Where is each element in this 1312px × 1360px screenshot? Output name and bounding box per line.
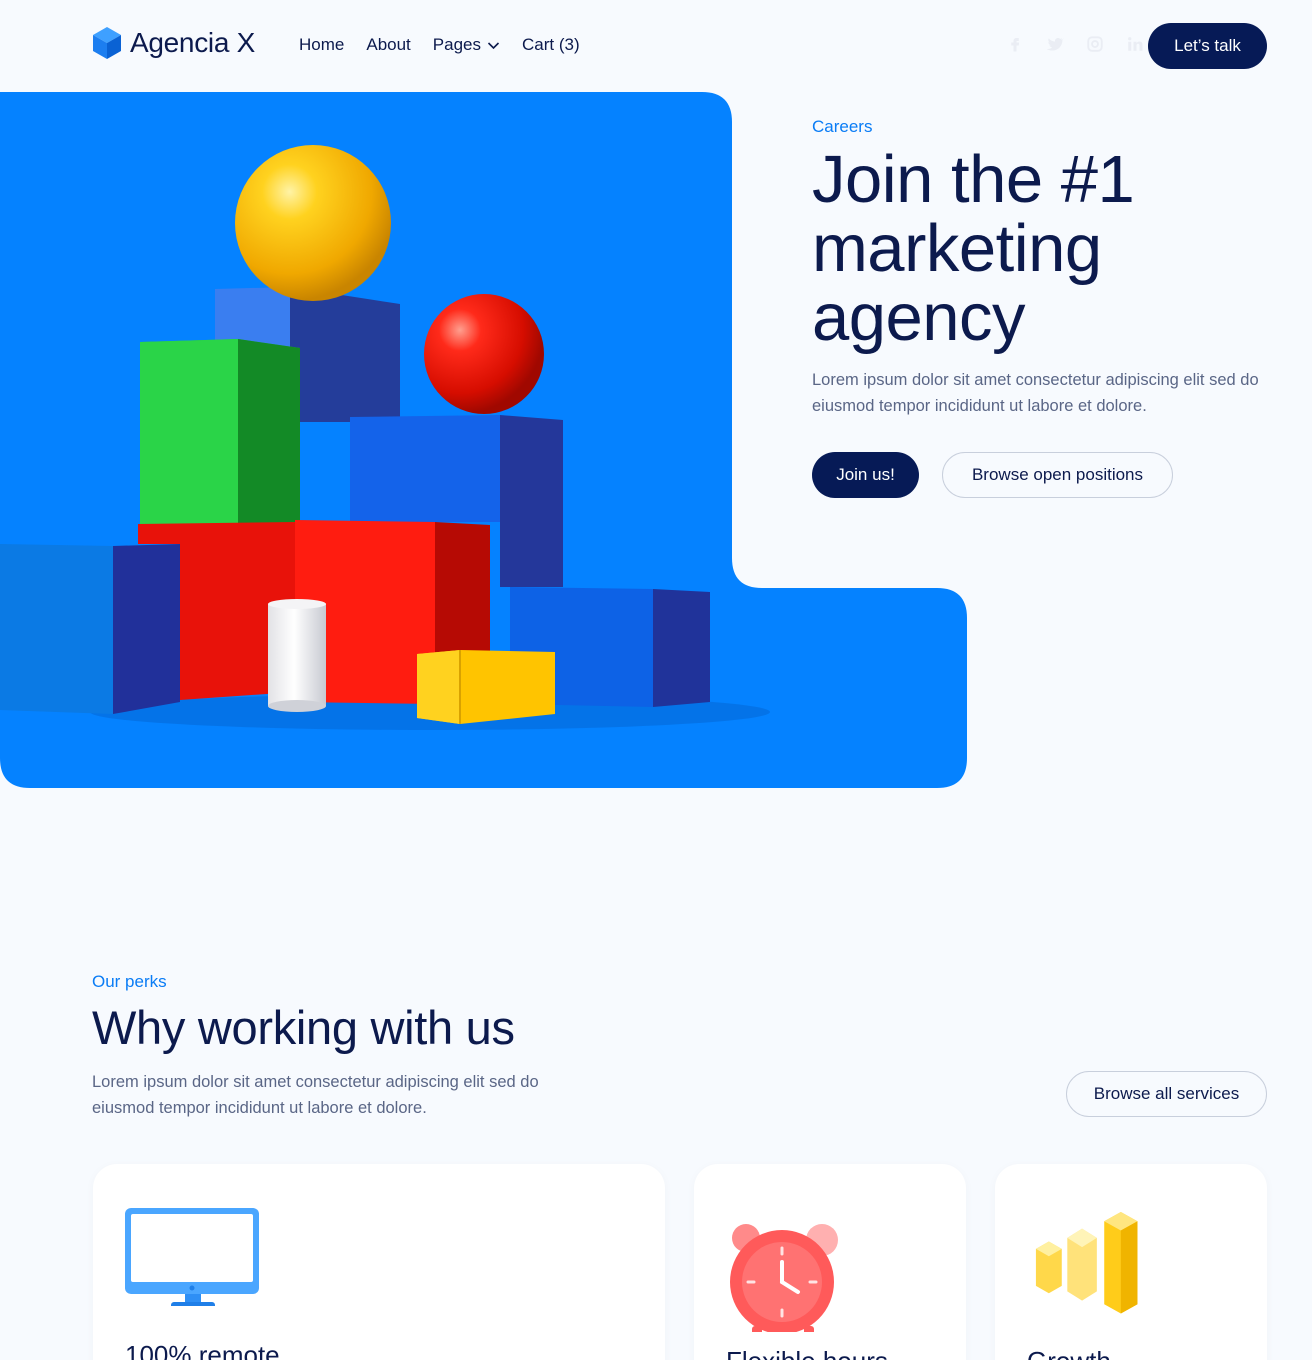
perk-card-remote: 100% remote xyxy=(93,1164,665,1360)
nav-cart[interactable]: Cart (3) xyxy=(522,35,580,55)
brand-name: Agencia X xyxy=(130,27,255,58)
yellow-cube xyxy=(417,650,555,724)
perk-card-growth: Growth xyxy=(995,1164,1267,1360)
perk-title-growth: Growth xyxy=(1027,1346,1111,1360)
perk-title-remote: 100% remote xyxy=(125,1340,280,1360)
nav-home[interactable]: Home xyxy=(299,35,344,55)
hero-content: Careers Join the #1 marketing agency Lor… xyxy=(812,117,1282,498)
green-block xyxy=(140,339,300,524)
blue-left-block xyxy=(0,544,180,714)
lets-talk-button[interactable]: Let’s talk xyxy=(1148,23,1267,69)
hero-eyebrow: Careers xyxy=(812,117,873,136)
hero-actions: Join us! Browse open positions xyxy=(812,452,1282,498)
social-links xyxy=(1005,34,1145,54)
nav-about[interactable]: About xyxy=(366,35,410,55)
nav-pages[interactable]: Pages xyxy=(433,35,500,55)
browse-services-button[interactable]: Browse all services xyxy=(1066,1071,1267,1117)
twitter-icon[interactable] xyxy=(1045,34,1065,54)
browse-positions-button[interactable]: Browse open positions xyxy=(942,452,1173,498)
hero-description: Lorem ipsum dolor sit amet consectetur a… xyxy=(812,371,1259,415)
instagram-icon[interactable] xyxy=(1085,34,1105,54)
perks-header: Our perks Why working with us Lorem ipsu… xyxy=(92,972,692,1121)
join-us-button[interactable]: Join us! xyxy=(812,452,919,498)
perk-title-flexible: Flexible hours xyxy=(726,1346,888,1360)
alarm-clock-icon xyxy=(730,1224,838,1332)
facebook-icon[interactable] xyxy=(1005,34,1025,54)
hero-title: Join the #1 marketing agency xyxy=(812,142,1135,355)
perks-description: Lorem ipsum dolor sit amet consectetur a… xyxy=(92,1073,539,1117)
growth-chart-icon xyxy=(1035,1212,1138,1314)
nav-pages-label: Pages xyxy=(432,35,481,54)
yellow-sphere xyxy=(235,145,391,301)
red-sphere xyxy=(424,294,544,414)
perks-title: Why working with us xyxy=(92,1001,515,1054)
site-header: Agencia X Home About Pages Cart (3) Let’… xyxy=(0,0,1312,92)
perks-eyebrow: Our perks xyxy=(92,972,167,991)
main-nav: Home About Pages Cart (3) xyxy=(299,35,580,55)
logo[interactable]: Agencia X xyxy=(92,26,255,60)
cube-logo-icon xyxy=(93,27,121,59)
chevron-down-icon xyxy=(487,41,500,49)
perk-card-flexible: Flexible hours xyxy=(694,1164,966,1360)
white-cylinder xyxy=(268,599,326,712)
linkedin-icon[interactable] xyxy=(1125,34,1145,54)
monitor-icon xyxy=(125,1208,259,1306)
